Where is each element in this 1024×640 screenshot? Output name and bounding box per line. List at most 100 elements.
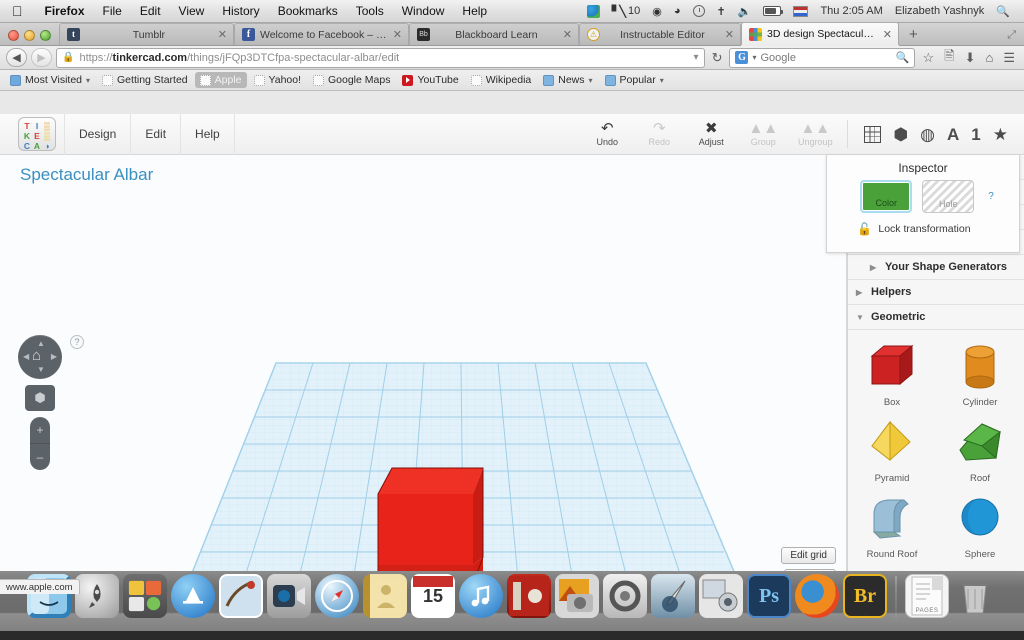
bookmark-folder-popular[interactable]: Popular ▾ <box>600 72 669 88</box>
google-search-engine-icon[interactable]: G <box>735 51 748 64</box>
bookmark-apple[interactable]: Apple <box>195 72 247 88</box>
dock-item-app-store[interactable] <box>171 574 215 618</box>
workplane-icon[interactable] <box>864 126 881 143</box>
arrow-left-icon[interactable]: ◀ <box>23 353 29 361</box>
text-icon[interactable]: A <box>947 126 959 143</box>
ungroup-button[interactable]: ▲▲ Ungroup <box>789 114 841 155</box>
color-swatch-button[interactable]: Color <box>860 180 912 213</box>
menu-bar-clock[interactable]: Thu 2:05 AM <box>814 0 888 23</box>
close-tab-icon[interactable]: ✕ <box>218 28 227 41</box>
current-user-label[interactable]: Elizabeth Yashnyk <box>889 0 990 23</box>
cube-icon[interactable]: ⬢ <box>893 126 908 143</box>
dock-item-contacts[interactable] <box>363 574 407 618</box>
fit-to-view-button[interactable]: ⬢ <box>25 385 55 411</box>
design-canvas[interactable]: Spectacular Albar <box>0 155 847 594</box>
edit-grid-button[interactable]: Edit grid <box>781 547 836 564</box>
bookmark-google-maps[interactable]: Google Maps <box>308 72 395 88</box>
panel-section-your-shape-generators[interactable]: ▶ Your Shape Generators <box>848 255 1024 280</box>
home-icon[interactable]: ⌂ <box>982 50 996 65</box>
signal-strength-icon[interactable]: ▘╲ 10 <box>606 0 646 23</box>
shape-item-roof[interactable]: Roof <box>936 414 1024 484</box>
menu-item-edit[interactable]: Edit <box>131 0 170 23</box>
address-bar[interactable]: 🔒 https://tinkercad.com/things/jFQp3DTCf… <box>56 48 705 68</box>
home-icon[interactable]: ⌂ <box>32 348 41 364</box>
chevron-down-icon[interactable]: ▾ <box>752 53 756 62</box>
group-button[interactable]: ▲▲ Group <box>737 114 789 155</box>
dock-item-app-folder[interactable] <box>123 574 167 618</box>
dock-item-pages-document[interactable]: PAGES <box>905 574 949 618</box>
dock-item-system-preferences[interactable] <box>603 574 647 618</box>
shape-item-cylinder[interactable]: Cylinder <box>936 338 1024 408</box>
bookmark-youtube[interactable]: YouTube <box>397 72 463 88</box>
dock-item-photo-booth[interactable] <box>507 574 551 618</box>
dock-item-launchpad[interactable] <box>75 574 119 618</box>
view-orbit-disc[interactable]: ▲ ▼ ◀ ▶ ⌂ <box>18 335 62 379</box>
input-source-icon[interactable] <box>787 0 814 23</box>
browser-tab[interactable]: t Tumblr ✕ <box>59 23 234 45</box>
apple-menu-icon[interactable]:  <box>12 4 23 18</box>
restore-window-icon[interactable]: ⤢ <box>1007 29 1024 45</box>
menu-item-history[interactable]: History <box>213 0 268 23</box>
arrow-right-icon[interactable]: ▶ <box>51 353 57 361</box>
menu-item-help[interactable]: Help <box>453 0 496 23</box>
airplay-icon[interactable]: ◉ <box>646 0 668 23</box>
dock-item-mail[interactable] <box>219 574 263 618</box>
battery-icon[interactable] <box>757 0 787 23</box>
dock-item-trash[interactable] <box>953 574 997 618</box>
section-header[interactable]: ▼ Geometric <box>848 305 1024 329</box>
zoom-in-button[interactable]: + <box>30 417 50 443</box>
dropbox-icon[interactable] <box>581 0 606 23</box>
menu-item-tools[interactable]: Tools <box>347 0 393 23</box>
lock-transformation-row[interactable]: 🔓 Lock transformation <box>827 222 1019 236</box>
hole-swatch-button[interactable]: Hole <box>922 180 974 213</box>
bluetooth-icon[interactable]: ✝ <box>711 0 732 23</box>
menu-item-bookmarks[interactable]: Bookmarks <box>269 0 347 23</box>
menu-item-window[interactable]: Window <box>393 0 454 23</box>
adjust-button[interactable]: ✖ Adjust <box>685 114 737 155</box>
shape-item-sphere[interactable]: Sphere <box>936 490 1024 560</box>
browser-tab[interactable]: ⚠ Instructable Editor ✕ <box>579 23 741 45</box>
bookmark-most-visited[interactable]: Most Visited ▾ <box>5 72 95 88</box>
bookmark-wikipedia[interactable]: Wikipedia <box>466 72 537 88</box>
volume-icon[interactable]: 🔈 <box>732 0 758 23</box>
close-tab-icon[interactable]: ✕ <box>883 28 892 41</box>
close-tab-icon[interactable]: ✕ <box>563 28 572 41</box>
menu-item-view[interactable]: View <box>170 0 214 23</box>
close-tab-icon[interactable]: ✕ <box>393 28 402 41</box>
search-input[interactable]: G ▾ Google 🔍 <box>729 48 915 68</box>
dock-item-iphoto[interactable] <box>555 574 599 618</box>
arrow-down-icon[interactable]: ▼ <box>37 366 45 374</box>
bookmark-folder-news[interactable]: News ▾ <box>538 72 597 88</box>
shape-item-box[interactable]: Box <box>848 338 936 408</box>
shape-item-round-roof[interactable]: Round Roof <box>848 490 936 560</box>
bookmark-getting-started[interactable]: Getting Started <box>97 72 193 88</box>
redo-button[interactable]: ↷ Redo <box>633 114 685 155</box>
shape-item-pyramid[interactable]: Pyramid <box>848 414 936 484</box>
time-machine-icon[interactable] <box>687 0 711 23</box>
forward-button[interactable]: ▶ <box>31 48 52 67</box>
hamburger-menu-icon[interactable]: ☰ <box>1000 50 1018 66</box>
menu-design[interactable]: Design <box>64 114 131 155</box>
reload-button[interactable]: ↻ <box>709 50 726 66</box>
browser-tab-active[interactable]: 3D design Spectacular Alb... ✕ <box>741 22 899 45</box>
zoom-window-button[interactable] <box>40 30 51 41</box>
number-icon[interactable]: 1 <box>971 126 980 143</box>
browser-tab[interactable]: Bb Blackboard Learn ✕ <box>409 23 579 45</box>
new-tab-button[interactable]: + <box>899 26 928 45</box>
dock-item-itunes[interactable] <box>459 574 503 618</box>
menu-item-file[interactable]: File <box>94 0 131 23</box>
dock-item-safari[interactable] <box>315 574 359 618</box>
menu-edit[interactable]: Edit <box>131 114 181 155</box>
chevron-down-icon[interactable]: ▾ <box>694 52 699 63</box>
dock-item-bridge[interactable]: Br <box>843 574 887 618</box>
menu-item-firefox[interactable]: Firefox <box>36 0 94 23</box>
dock-item-calendar[interactable]: 15 <box>411 574 455 618</box>
close-window-button[interactable] <box>8 30 19 41</box>
dock-item-firefox[interactable] <box>795 574 839 618</box>
downloads-icon[interactable]: ⬇ <box>962 50 979 66</box>
menu-help[interactable]: Help <box>181 114 235 155</box>
bookmark-star-icon[interactable]: ☆ <box>919 50 937 66</box>
dock-item-photoshop[interactable]: Ps <box>747 574 791 618</box>
wifi-icon[interactable]: ◕ <box>668 0 687 23</box>
back-button[interactable]: ◀ <box>6 48 27 67</box>
